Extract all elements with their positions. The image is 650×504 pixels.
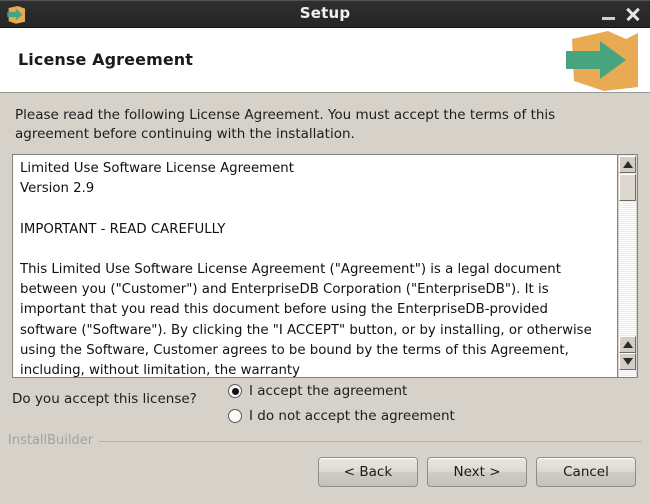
page-header: License Agreement [0, 28, 650, 93]
radio-accept[interactable]: I accept the agreement [228, 380, 407, 402]
installer-box-arrow-logo [564, 29, 642, 92]
intro-text: Please read the following License Agreem… [15, 107, 556, 142]
accept-question: Do you accept this license? [12, 391, 197, 407]
cancel-button[interactable]: Cancel [536, 457, 636, 487]
page-title: License Agreement [18, 50, 194, 69]
next-button[interactable]: Next > [427, 457, 527, 487]
scroll-up-icon[interactable] [619, 156, 636, 173]
radio-accept-indicator[interactable] [228, 384, 242, 398]
setup-window: Setup License Agreement Please read the … [0, 0, 650, 504]
scroll-up-bottom-icon[interactable] [619, 336, 636, 353]
scrollbar-thumb[interactable] [619, 174, 636, 201]
installbuilder-brand: InstallBuilder [8, 433, 100, 448]
radio-accept-label: I accept the agreement [249, 383, 408, 399]
footer-divider [8, 441, 642, 442]
window-title: Setup [299, 4, 351, 22]
close-icon[interactable] [622, 0, 644, 28]
license-scrollbar[interactable] [617, 155, 637, 377]
minimize-button[interactable] [598, 0, 620, 28]
back-button[interactable]: < Back [318, 457, 418, 487]
radio-decline[interactable]: I do not accept the agreement [228, 405, 455, 427]
license-text: Limited Use Software License Agreement V… [20, 161, 592, 378]
scroll-down-icon[interactable] [619, 353, 636, 370]
license-textbox[interactable]: Limited Use Software License Agreement V… [12, 154, 638, 378]
radio-decline-indicator[interactable] [228, 409, 242, 423]
dialog-body: Please read the following License Agreem… [0, 94, 650, 504]
titlebar: Setup [0, 0, 650, 28]
radio-decline-label: I do not accept the agreement [249, 408, 455, 424]
